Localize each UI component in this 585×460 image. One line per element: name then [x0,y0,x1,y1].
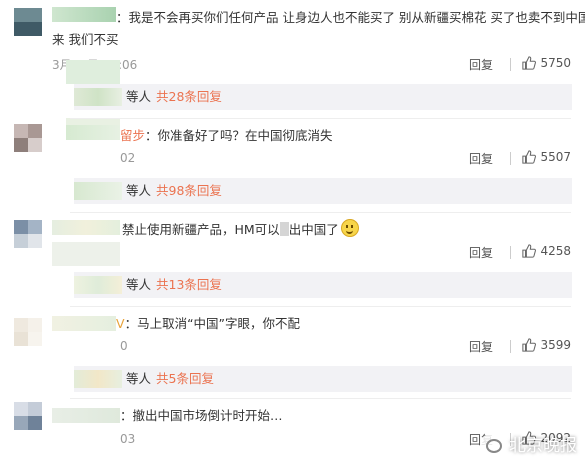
watermark-text: 北京晚报 [509,436,577,456]
avatar[interactable] [14,402,42,430]
wechat-logo-icon [481,432,503,455]
divider [70,306,571,307]
replier-label: 等人 [126,89,152,104]
comment-time-fragment: 0 [120,339,128,353]
avatar[interactable] [14,220,42,248]
comment-text: V：马上取消“中国”字眼，你不配 [116,316,301,331]
blur-block [52,242,120,266]
comment-2: 留步：你准备好了吗？在中国彻底消失 02 回复 5507 等人 共98条回复 [0,120,585,210]
blur-block [66,60,120,84]
like-button[interactable]: 5507 [522,150,571,164]
comment-text: ：我是不会再买你们任何产品 让身边人也不能买了 别从新疆买棉花 买了也卖不到中国 [116,10,585,25]
thumbs-up-icon [522,150,537,164]
action-divider [510,58,511,71]
divider [70,118,571,119]
comment-text: 禁止使用新疆产品，HM可以 出中国了 [122,219,359,240]
comment-actions: 回复 5507 [451,150,571,166]
thumbs-up-icon [522,56,537,70]
reply-button[interactable]: 回复 [469,338,493,355]
comment-3: 禁止使用新疆产品，HM可以 出中国了 回复 4258 等人 共13条回复 [0,214,585,306]
sub-replies[interactable]: 等人 共28条回复 [74,84,572,110]
reply-count-link[interactable]: 共5条回复 [156,366,214,392]
reply-button[interactable]: 回复 [469,150,493,167]
like-count: 4258 [540,244,571,258]
avatar[interactable] [14,318,42,346]
like-button[interactable]: 5750 [522,56,571,70]
replier-label: 等人 [126,277,152,292]
sub-replies[interactable]: 等人 共98条回复 [74,178,572,204]
sub-replies[interactable]: 等人 共13条回复 [74,272,572,298]
comment-actions: 回复 3599 [451,338,571,354]
username-blurred[interactable] [52,220,120,235]
thumbs-up-icon [522,338,537,352]
like-count: 3599 [540,338,571,352]
avatar[interactable] [14,8,42,36]
comment-actions: 回复 5750 [451,56,571,72]
username-fragment[interactable]: V [116,316,125,331]
replier-names-blurred [74,182,122,200]
comment-actions: 回复 4258 [451,244,571,260]
sub-replies[interactable]: 等人 共5条回复 [74,366,572,392]
username-blurred[interactable] [52,316,116,331]
like-count: 5507 [540,150,571,164]
comment-text: ：撤出中国市场倒计时开始… [120,408,283,423]
divider [70,398,571,399]
replier-names-blurred [74,370,122,388]
action-divider [510,246,511,259]
thumbs-up-icon [522,244,537,258]
username-blurred[interactable] [52,408,120,423]
comment-time-fragment: 02 [120,151,136,165]
comment-text-line2: 来 我们不买 [52,32,119,47]
replier-names-blurred [74,276,122,294]
smiley-emoji-icon [340,219,359,237]
comment-4: V：马上取消“中国”字眼，你不配 0 回复 3599 等人 共5条回复 [0,308,585,396]
like-count: 5750 [540,56,571,70]
username-blurred[interactable] [66,125,120,140]
username-fragment[interactable]: 留步 [120,128,145,143]
replier-label: 等人 [126,183,152,198]
reply-count-link[interactable]: 共13条回复 [156,272,222,298]
replier-names-blurred [74,88,122,106]
action-divider [510,152,511,165]
comment-text: 留步：你准备好了吗？在中国彻底消失 [120,128,333,143]
redacted-char [279,222,289,236]
reply-count-link[interactable]: 共28条回复 [156,84,222,110]
reply-button[interactable]: 回复 [469,56,493,73]
reply-count-link[interactable]: 共98条回复 [156,178,222,204]
watermark: 北京晚报 [481,431,577,456]
avatar[interactable] [14,124,42,152]
username-blurred[interactable] [52,7,116,22]
replier-label: 等人 [126,371,152,386]
like-button[interactable]: 3599 [522,338,571,352]
like-button[interactable]: 4258 [522,244,571,258]
divider [70,212,571,213]
action-divider [510,340,511,353]
reply-button[interactable]: 回复 [469,244,493,261]
comment-time-fragment: 03 [120,432,136,446]
